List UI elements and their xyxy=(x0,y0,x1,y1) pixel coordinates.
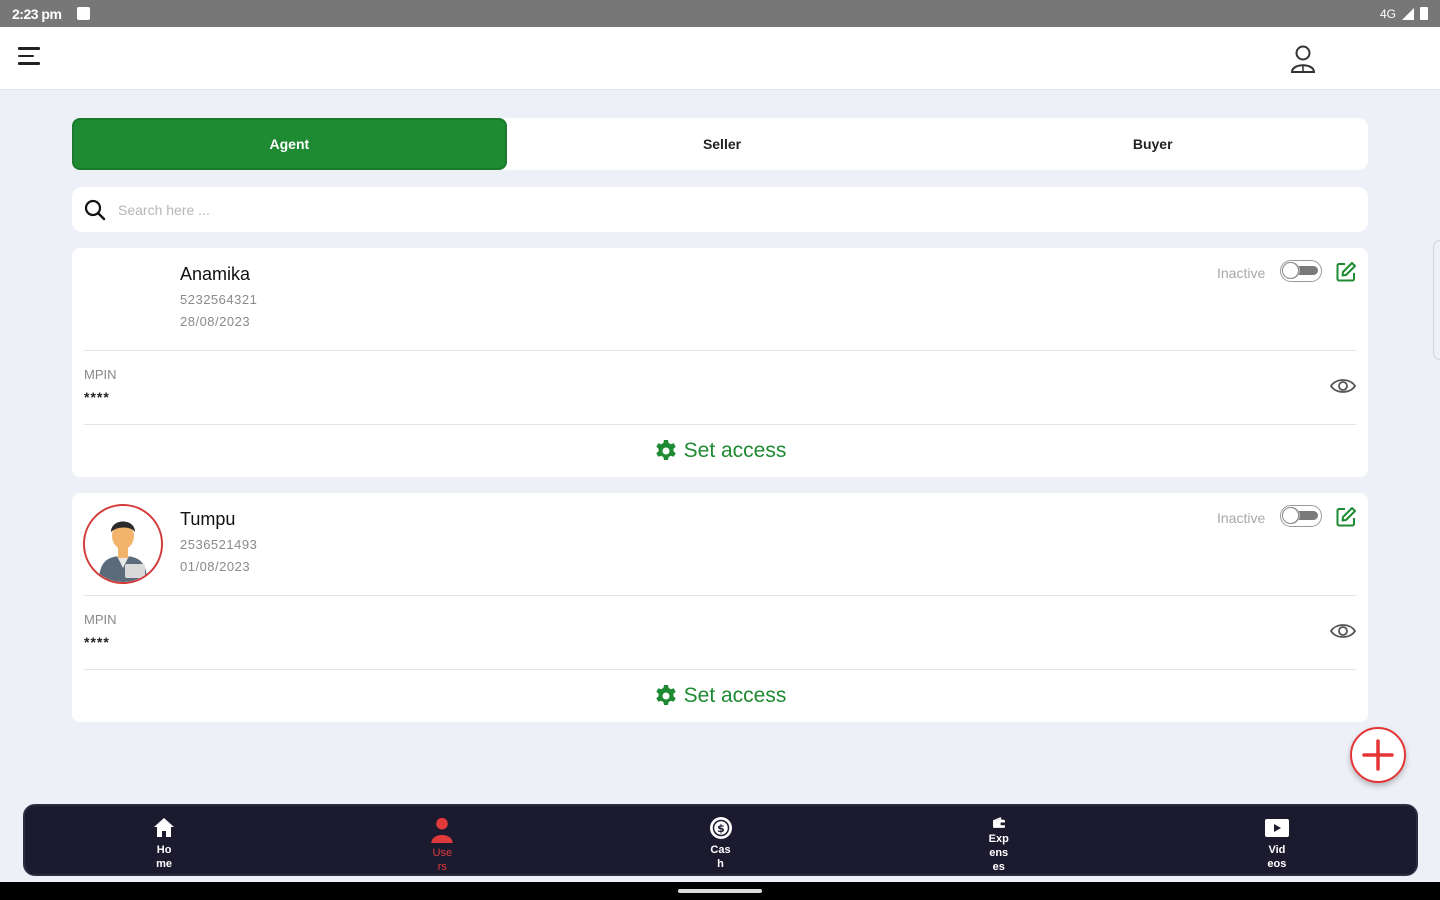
nav-expenses[interactable]: Expenses xyxy=(860,806,1138,874)
divider xyxy=(84,350,1356,351)
user-name: Anamika xyxy=(180,264,251,284)
user-type-tabs: Agent Seller Buyer xyxy=(72,118,1368,170)
signal-icon xyxy=(1402,7,1414,20)
mpin-label: MPIN xyxy=(84,367,117,382)
nav-expenses-label: Expenses xyxy=(988,833,1009,873)
mpin-value: **** xyxy=(84,634,110,650)
plus-icon xyxy=(1362,739,1394,771)
gear-icon xyxy=(655,685,676,705)
edit-icon[interactable] xyxy=(1335,261,1357,283)
mpin-label: MPIN xyxy=(84,612,117,627)
user-card: Tumpu 2536521493 01/08/2023 Inactive MPI… xyxy=(72,493,1368,722)
user-card: Anamika 5232564321 28/08/2023 Inactive M… xyxy=(72,248,1368,477)
divider xyxy=(84,424,1356,425)
gear-icon xyxy=(655,440,676,460)
set-access-button[interactable]: Set access xyxy=(72,434,1368,468)
tab-buyer-label: Buyer xyxy=(1132,136,1173,152)
avatar xyxy=(83,504,163,584)
profile-icon[interactable] xyxy=(1288,43,1318,75)
scroll-indicator[interactable] xyxy=(1433,240,1440,360)
status-toggle[interactable] xyxy=(1280,260,1322,282)
edit-icon[interactable] xyxy=(1335,506,1357,528)
notification-icon xyxy=(77,7,91,20)
status-label: Inactive xyxy=(1217,265,1266,281)
expenses-icon xyxy=(992,817,1005,828)
nav-users-label: Users xyxy=(432,847,453,873)
tab-seller[interactable]: Seller xyxy=(507,118,938,170)
user-date: 01/08/2023 xyxy=(180,559,251,574)
tab-seller-label: Seller xyxy=(702,136,742,152)
status-label: Inactive xyxy=(1217,510,1266,526)
svg-text:$: $ xyxy=(717,822,725,835)
tab-agent-label: Agent xyxy=(269,136,310,152)
status-bar: 2:23 pm 4G xyxy=(0,0,1440,27)
eye-icon[interactable] xyxy=(1329,376,1357,396)
search-input[interactable] xyxy=(118,201,718,218)
set-access-button[interactable]: Set access xyxy=(72,679,1368,713)
divider xyxy=(84,595,1356,596)
network-label: 4G xyxy=(1379,6,1396,21)
nav-cash[interactable]: $ Cash xyxy=(581,806,859,874)
nav-videos-label: Videos xyxy=(1267,844,1287,870)
nav-home-label: Home xyxy=(156,844,173,870)
battery-icon xyxy=(1420,7,1428,20)
tab-buyer[interactable]: Buyer xyxy=(937,118,1368,170)
set-access-label: Set access xyxy=(683,684,787,707)
nav-home[interactable]: Home xyxy=(25,806,303,874)
status-toggle[interactable] xyxy=(1280,505,1322,527)
bottom-navigation: Home Users $ Cash Expenses Videos xyxy=(23,804,1418,876)
gesture-bar xyxy=(0,882,1440,900)
set-access-label: Set access xyxy=(683,439,787,462)
cash-icon: $ xyxy=(709,817,732,839)
avatar xyxy=(83,259,163,339)
app-bar xyxy=(0,27,1440,90)
user-name: Tumpu xyxy=(180,509,236,529)
add-user-button[interactable] xyxy=(1350,727,1406,783)
eye-icon[interactable] xyxy=(1329,621,1357,641)
search-bar xyxy=(72,187,1368,232)
status-time: 2:23 pm xyxy=(12,5,62,22)
user-date: 28/08/2023 xyxy=(180,314,251,329)
user-phone: 2536521493 xyxy=(180,537,258,552)
hamburger-menu-icon[interactable] xyxy=(18,47,40,69)
divider xyxy=(84,669,1356,670)
home-indicator[interactable] xyxy=(678,889,762,893)
status-icons: 4G xyxy=(1380,7,1428,21)
nav-videos[interactable]: Videos xyxy=(1138,806,1416,874)
nav-cash-label: Cash xyxy=(710,844,731,870)
user-phone: 5232564321 xyxy=(180,292,258,307)
nav-users[interactable]: Users xyxy=(303,806,581,874)
video-icon xyxy=(1264,819,1289,837)
home-icon xyxy=(154,818,175,837)
mpin-value: **** xyxy=(84,389,110,405)
user-icon xyxy=(431,817,453,843)
search-icon xyxy=(84,199,106,220)
tab-agent[interactable]: Agent xyxy=(72,118,507,170)
